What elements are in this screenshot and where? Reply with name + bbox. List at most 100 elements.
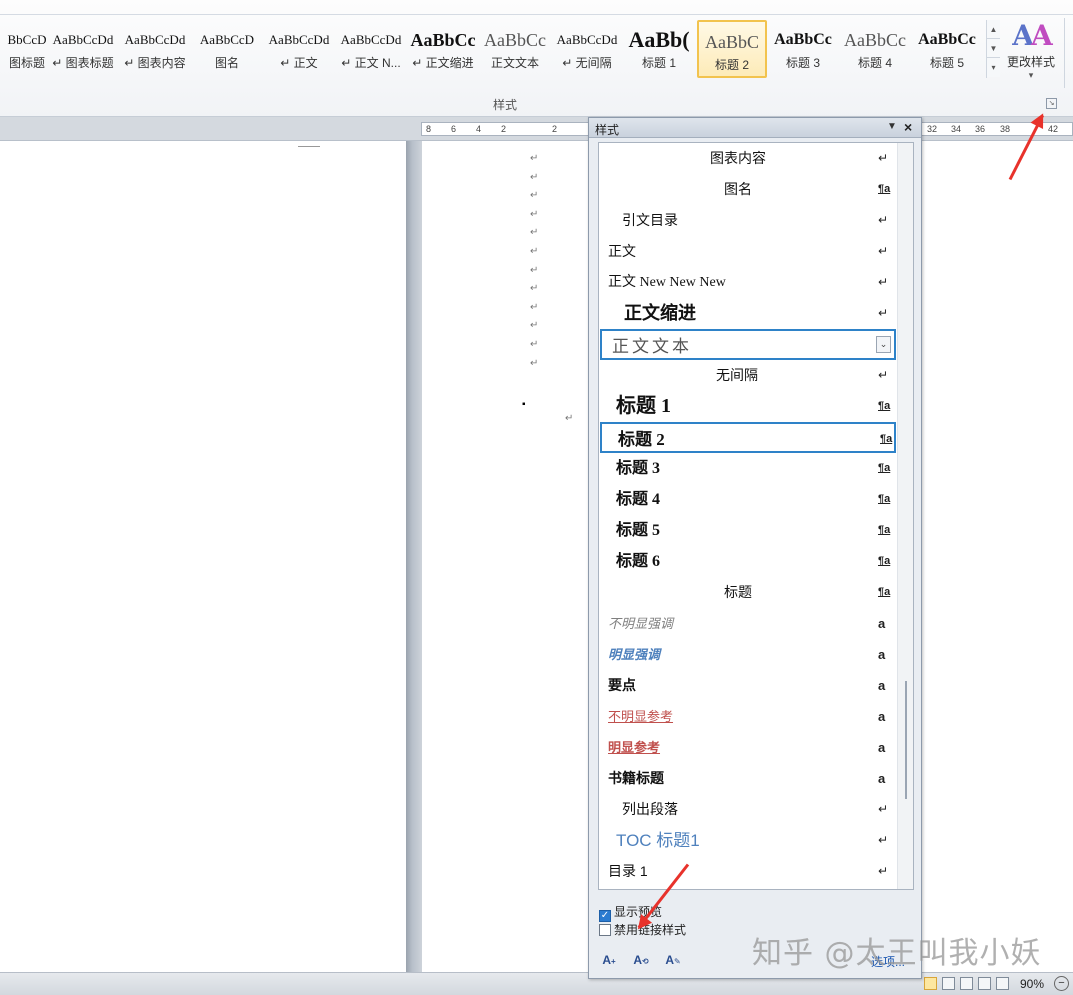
style-list-item[interactable]: 引文目录 ↵ bbox=[600, 205, 896, 236]
style-list-item[interactable]: 书籍标题 a bbox=[600, 763, 896, 794]
style-list-item[interactable]: 标题 6 ¶a bbox=[600, 546, 896, 577]
gallery-style-item[interactable]: AaBbCc 标题 4 bbox=[840, 20, 910, 78]
gallery-style-item[interactable]: AaBbC 标题 2 bbox=[697, 20, 767, 78]
gallery-style-sample: AaBbCcDd bbox=[124, 32, 186, 47]
styles-list-scroll-thumb[interactable] bbox=[905, 681, 907, 799]
style-inspector-button[interactable]: A⟲ bbox=[630, 949, 652, 971]
style-list-item[interactable]: 明显强调 a bbox=[600, 639, 896, 670]
gallery-style-sample: AaBbCc bbox=[774, 31, 832, 48]
style-list-item[interactable]: 目录 1 ↵ bbox=[600, 856, 896, 887]
gallery-more-icon[interactable]: ▾ bbox=[987, 58, 1000, 77]
style-list-item[interactable]: 图名 ¶a bbox=[600, 174, 896, 205]
paragraph-style-icon: ↵ bbox=[878, 802, 889, 816]
styles-dialog-launcher-icon[interactable]: ↘ bbox=[1046, 98, 1057, 109]
style-list-item[interactable]: 要点 a bbox=[600, 670, 896, 701]
linked-style-icon: ¶a bbox=[878, 183, 891, 195]
linked-style-icon: ¶a bbox=[878, 524, 891, 536]
chevron-down-icon: ▾ bbox=[1028, 70, 1034, 80]
style-list-item[interactable]: 标题 5 ¶a bbox=[600, 515, 896, 546]
document-page-left[interactable] bbox=[0, 141, 406, 972]
gallery-style-item[interactable]: AaBbCc 正文文本 bbox=[480, 20, 550, 78]
style-list-item[interactable]: 明显参考 a bbox=[600, 732, 896, 763]
gallery-style-label: ↵ 正文 bbox=[280, 56, 318, 70]
ruler-tick: 32 bbox=[927, 124, 938, 134]
style-list-item[interactable]: 标题 3 ¶a bbox=[600, 453, 896, 484]
gallery-style-label: ↵ 无间隔 bbox=[562, 56, 612, 70]
close-icon[interactable]: × bbox=[904, 119, 912, 135]
zoom-out-icon[interactable]: − bbox=[1054, 976, 1069, 991]
linked-style-icon: ¶a bbox=[878, 493, 891, 505]
ruler-left-segment[interactable]: 8 6 4 2 2 bbox=[421, 122, 589, 136]
style-name: 明显参考 bbox=[608, 740, 661, 755]
gallery-style-label: ↵ 图表标题 bbox=[52, 56, 114, 70]
style-list-item[interactable]: 标题 1 ¶a bbox=[600, 391, 896, 422]
style-list-item[interactable]: 标题 4 ¶a bbox=[600, 484, 896, 515]
zoom-level[interactable]: 90% bbox=[1020, 977, 1044, 991]
gallery-style-sample: AaBbCcD bbox=[199, 32, 255, 47]
gallery-style-label: ↵ 正文 N... bbox=[341, 56, 401, 70]
gallery-style-item[interactable]: AaBbCcD 图名 bbox=[192, 20, 262, 78]
style-name: 要点 bbox=[608, 677, 636, 693]
style-name: 无间隔 bbox=[716, 367, 758, 383]
gallery-style-item[interactable]: AaBbCcDd ↵ 图表内容 bbox=[120, 20, 190, 78]
gallery-style-label: 标题 5 bbox=[929, 56, 964, 70]
draft-view-button[interactable] bbox=[996, 977, 1009, 990]
full-screen-reading-view-button[interactable] bbox=[942, 977, 955, 990]
style-name: 书籍标题 bbox=[608, 770, 664, 786]
style-list-item[interactable]: 不明显参考 a bbox=[600, 701, 896, 732]
manage-styles-button[interactable]: A✎ bbox=[662, 949, 684, 971]
style-list-item[interactable]: 列出段落 ↵ bbox=[600, 794, 896, 825]
gallery-style-item[interactable]: AaBbCc 标题 3 bbox=[768, 20, 838, 78]
styles-list-scrollbar[interactable] bbox=[897, 143, 913, 889]
paragraph-mark-icon: ↵ bbox=[530, 190, 539, 202]
linked-style-icon: ¶a bbox=[878, 400, 891, 412]
disable-linked-styles-checkbox[interactable] bbox=[599, 924, 611, 936]
ruler-tick: 38 bbox=[1000, 124, 1011, 134]
character-style-icon: a bbox=[878, 647, 886, 662]
style-list-item[interactable]: 标题 2 ¶a bbox=[600, 422, 896, 453]
style-list-item[interactable]: TOC 标题1 ↵ bbox=[600, 825, 896, 856]
gallery-style-item[interactable]: AaBb(标题 1 bbox=[624, 20, 694, 78]
gallery-style-item[interactable]: AaBbCcDd ↵ 正文 bbox=[264, 20, 334, 78]
new-style-button[interactable]: A+ bbox=[598, 949, 620, 971]
style-list-item[interactable]: 正文 New New New ↵ bbox=[600, 267, 896, 298]
gallery-style-item[interactable]: AaBbCcDd ↵ 正文 N... bbox=[336, 20, 406, 78]
gallery-style-sample: AaBbCcDd bbox=[52, 32, 114, 47]
outline-view-button[interactable] bbox=[978, 977, 991, 990]
paragraph-style-icon: ↵ bbox=[878, 244, 889, 258]
gallery-style-label: 标题 2 bbox=[714, 58, 749, 72]
style-dropdown-chevron-icon[interactable]: ⌄ bbox=[876, 336, 891, 353]
gallery-style-item[interactable]: AaBbCcDd ↵ 无间隔 bbox=[552, 20, 622, 78]
gallery-scroll-down-icon[interactable]: ▼ bbox=[987, 39, 1000, 58]
style-name: 图表内容 bbox=[710, 150, 766, 166]
style-list-item[interactable]: 不明显强调 a bbox=[600, 608, 896, 639]
pane-menu-chevron-icon[interactable]: ▼ bbox=[887, 121, 897, 132]
character-style-icon: a bbox=[878, 709, 886, 724]
web-layout-view-button[interactable] bbox=[960, 977, 973, 990]
style-name: 明显强调 bbox=[608, 647, 661, 662]
styles-pane-header[interactable]: 样式 ▼ × bbox=[589, 118, 921, 138]
linked-style-icon: ¶a bbox=[880, 433, 893, 445]
change-styles-button[interactable]: AA 更改样式 ▾ bbox=[1003, 18, 1059, 88]
gallery-style-item[interactable]: AaBbCcDd ↵ 图表标题 bbox=[48, 20, 118, 78]
print-layout-view-button[interactable] bbox=[924, 977, 937, 990]
style-name: 不明显强调 bbox=[608, 616, 674, 631]
paragraph-mark-icon: ↵ bbox=[530, 301, 539, 313]
ruler-right-segment[interactable]: 32 34 36 38 42 bbox=[921, 122, 1073, 136]
style-list-item[interactable]: 图表内容 ↵ bbox=[600, 143, 896, 174]
style-list-item[interactable]: 标题 ¶a bbox=[600, 577, 896, 608]
style-list-item[interactable]: 无间隔 ↵ bbox=[600, 360, 896, 391]
gallery-style-sample: AaBbCc bbox=[844, 30, 906, 50]
styles-list[interactable]: 图表内容 ↵ 图名 ¶a 引文目录 ↵ 正文 ↵ 正文 New New New ↵ 正文缩进 ↵ 正文文… bbox=[598, 142, 914, 890]
gallery-style-item[interactable]: AaBbCc 标题 5 bbox=[912, 20, 982, 78]
style-list-item[interactable]: 正文文本 ⌄ bbox=[600, 329, 896, 360]
paragraph-style-icon: ↵ bbox=[878, 864, 889, 878]
show-preview-checkbox[interactable]: ✓ bbox=[599, 910, 611, 922]
ribbon-next-group bbox=[1064, 18, 1073, 88]
gallery-scroll-up-icon[interactable]: ▲ bbox=[987, 20, 1000, 39]
style-list-item[interactable]: 正文 ↵ bbox=[600, 236, 896, 267]
gallery-style-label: 图名 bbox=[214, 56, 239, 70]
gallery-style-item[interactable]: AaBbCc ↵ 正文缩进 bbox=[408, 20, 478, 78]
style-name: 列出段落 bbox=[622, 801, 678, 817]
style-list-item[interactable]: 正文缩进 ↵ bbox=[600, 298, 896, 329]
